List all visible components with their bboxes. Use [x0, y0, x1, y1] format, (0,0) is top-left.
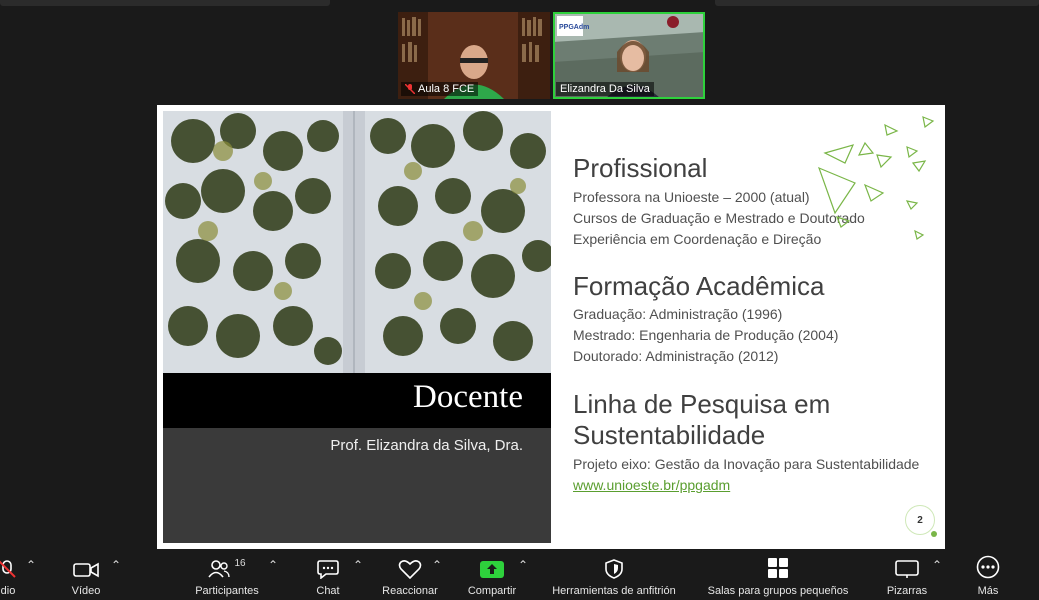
svg-text:PPGAdm: PPGAdm	[559, 24, 589, 31]
participant-tile-elizandra[interactable]: PPGAdm Elizandra Da Silva	[553, 12, 705, 99]
video-label: Vídeo	[71, 585, 101, 597]
section-line: Graduação: Administração (1996)	[573, 306, 783, 322]
shared-screen: Docente Prof. Elizandra da Silva, Dra. P…	[157, 105, 945, 549]
video-gallery: Aula 8 FCE PPGAdm Elizandra Da Silva	[398, 12, 705, 99]
host-tools-label: Herramientas de anfitrión	[552, 585, 676, 597]
share-label: Compartir	[467, 585, 517, 597]
audio-options-caret[interactable]: ⌃	[26, 558, 36, 572]
section-heading: Profissional	[573, 153, 708, 183]
participants-icon: 16	[208, 549, 246, 579]
video-button[interactable]: Vídeo	[66, 549, 106, 600]
slide-content: Profissional Professora na Unioeste – 20…	[573, 105, 945, 549]
slide-number-text: 2	[917, 514, 923, 526]
host-tools-button[interactable]: Herramientas de anfitrión	[542, 549, 686, 600]
shield-icon	[605, 549, 623, 579]
slide-subtitle: Prof. Elizandra da Silva, Dra.	[330, 437, 523, 454]
chat-label: Chat	[316, 585, 340, 597]
slide-number: 2	[905, 505, 937, 537]
chat-icon	[317, 549, 339, 579]
participant-tile-aula[interactable]: Aula 8 FCE	[398, 12, 550, 99]
share-options-caret[interactable]: ⌃	[518, 558, 528, 572]
whiteboards-label: Pizarras	[886, 585, 928, 597]
share-screen-icon	[480, 549, 504, 579]
section-heading: Linha de Pesquisa em	[573, 389, 831, 419]
whiteboard-icon	[895, 549, 919, 579]
participant-name: Elizandra Da Silva	[560, 83, 650, 95]
participants-count: 16	[234, 558, 246, 569]
slide-title: Docente	[413, 379, 523, 415]
section-line: Professora na Unioeste – 2000 (atual)	[573, 189, 810, 205]
title-band: Docente	[163, 373, 551, 428]
section-line: Doutorado: Administração (2012)	[573, 348, 779, 364]
more-label: Más	[977, 585, 999, 597]
section-heading: Formação Acadêmica	[573, 271, 825, 301]
breakout-label: Salas para grupos pequeños	[707, 585, 849, 597]
participant-name-label: Aula 8 FCE	[401, 82, 479, 96]
mic-muted-icon	[404, 83, 416, 95]
section-line: Mestrado: Engenharia de Produção (2004)	[573, 327, 839, 343]
slide-photo-forest	[163, 111, 551, 373]
react-button[interactable]: Reaccionar	[378, 549, 442, 600]
more-button[interactable]: Más	[968, 549, 1008, 600]
share-screen-button[interactable]: Compartir	[462, 549, 522, 600]
slide-number-dot	[931, 531, 937, 537]
more-dots-icon	[976, 549, 1000, 579]
section-heading: Sustentabilidade	[573, 420, 766, 450]
react-options-caret[interactable]: ⌃	[432, 558, 442, 572]
whiteboards-button[interactable]: Pizarras	[880, 549, 934, 600]
participants-button[interactable]: 16 Participantes	[188, 549, 266, 600]
breakout-rooms-button[interactable]: Salas para grupos pequeños	[698, 549, 858, 600]
whiteboards-options-caret[interactable]: ⌃	[932, 558, 942, 572]
participants-label: Participantes	[195, 585, 259, 597]
section-line: Projeto eixo: Gestão da Inovação para Su…	[573, 456, 920, 472]
breakout-rooms-icon	[767, 549, 789, 579]
top-bar-right	[715, 0, 1039, 6]
chat-button[interactable]: Chat	[308, 549, 348, 600]
heart-icon	[398, 549, 422, 579]
react-label: Reaccionar	[382, 585, 438, 597]
top-bar-left	[0, 0, 330, 6]
triangle-decoration	[817, 116, 935, 240]
website-link[interactable]: www.unioeste.br/ppgadm	[573, 477, 730, 493]
slide-title-panel: Docente Prof. Elizandra da Silva, Dra.	[163, 373, 551, 543]
chat-options-caret[interactable]: ⌃	[353, 558, 363, 572]
mic-muted-icon	[0, 549, 17, 579]
participant-name-label: Elizandra Da Silva	[556, 82, 654, 96]
participant-name: Aula 8 FCE	[418, 83, 475, 95]
audio-label: dio	[0, 585, 16, 597]
participants-options-caret[interactable]: ⌃	[268, 558, 278, 572]
top-bar	[0, 0, 1039, 6]
video-camera-icon	[73, 549, 99, 579]
section-line: Experiência em Coordenação e Direção	[573, 231, 822, 247]
video-options-caret[interactable]: ⌃	[111, 558, 121, 572]
audio-button[interactable]: dio	[0, 549, 20, 600]
meeting-toolbar: dio ⌃ Vídeo ⌃ 16 Participantes ⌃ Chat ⌃ …	[0, 549, 1039, 600]
